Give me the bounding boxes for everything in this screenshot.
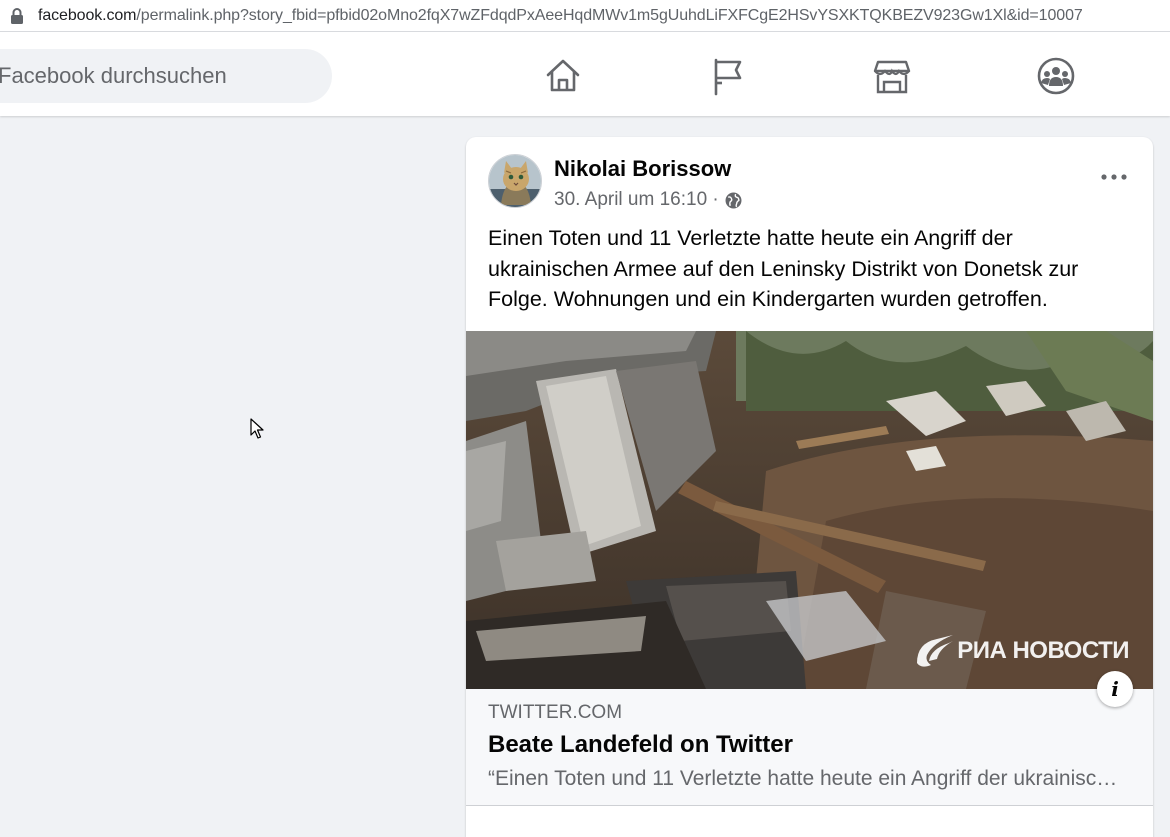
media-watermark: РИА НОВОСТИ bbox=[913, 631, 1129, 671]
link-preview[interactable]: TWITTER.COM Beate Landefeld on Twitter “… bbox=[466, 689, 1153, 806]
link-domain: TWITTER.COM bbox=[488, 702, 623, 723]
globe-icon[interactable] bbox=[725, 192, 742, 209]
browser-address-bar[interactable]: facebook.com/permalink.php?story_fbid=pf… bbox=[0, 0, 1170, 32]
link-description: “Einen Toten und 11 Verletzte hatte heut… bbox=[488, 767, 1128, 790]
lock-icon bbox=[11, 8, 23, 24]
more-options-icon[interactable] bbox=[1099, 165, 1129, 189]
post-meta: 30. April um 16:10 · bbox=[554, 189, 742, 211]
marketplace-icon[interactable] bbox=[872, 56, 912, 96]
url-host: facebook.com bbox=[38, 7, 137, 24]
watermark-text: РИА НОВОСТИ bbox=[957, 637, 1129, 664]
link-title[interactable]: Beate Landefeld on Twitter bbox=[488, 731, 793, 759]
post-timestamp[interactable]: 30. April um 16:10 · bbox=[554, 189, 719, 211]
pages-flag-icon[interactable] bbox=[708, 56, 748, 96]
post-text: Einen Toten und 11 Verletzte hatte heute… bbox=[488, 226, 1079, 311]
avatar[interactable] bbox=[488, 154, 542, 208]
search-input[interactable] bbox=[0, 49, 318, 103]
search-box[interactable] bbox=[0, 49, 332, 103]
ria-logo-icon bbox=[917, 635, 954, 667]
post-media-image[interactable]: РИА НОВОСТИ bbox=[466, 331, 1153, 689]
info-label: i bbox=[1111, 677, 1119, 701]
url-text[interactable]: facebook.com/permalink.php?story_fbid=pf… bbox=[38, 7, 1083, 25]
post-author[interactable]: Nikolai Borissow bbox=[554, 156, 731, 182]
mouse-cursor-icon bbox=[250, 418, 264, 439]
post-card: Nikolai Borissow 30. April um 16:10 · Ei… bbox=[466, 137, 1153, 837]
home-icon[interactable] bbox=[543, 56, 583, 96]
url-path: /permalink.php?story_fbid=pfbid02oMno2fq… bbox=[136, 7, 1083, 24]
top-navigation bbox=[0, 32, 1170, 116]
info-icon[interactable]: i bbox=[1097, 671, 1133, 707]
groups-icon[interactable] bbox=[1036, 56, 1076, 96]
